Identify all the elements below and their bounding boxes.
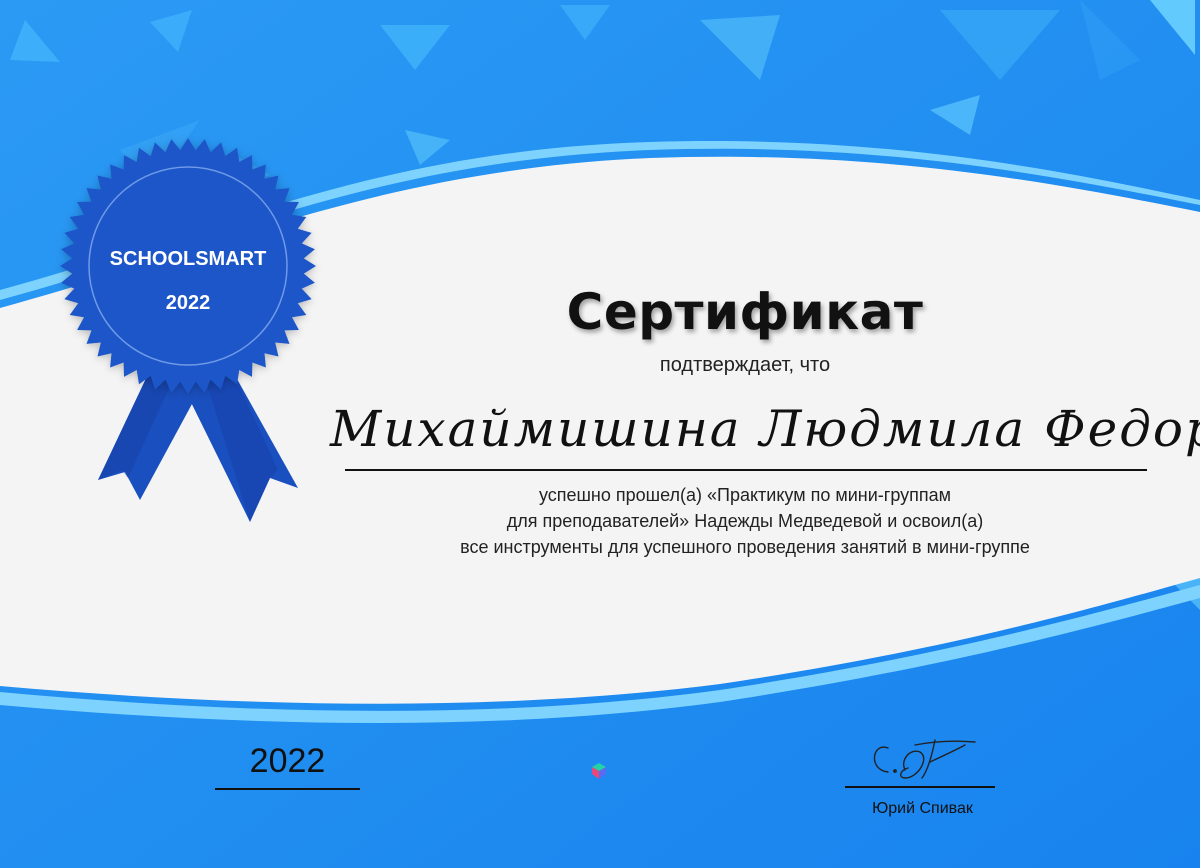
certificate-body: успешно прошел(а) «Практикум по мини-гру… (380, 482, 1110, 560)
seal-brand: SCHOOLSMART (109, 248, 267, 270)
year-underline (215, 788, 360, 790)
body-line: успешно прошел(а) «Практикум по мини-гру… (538, 485, 952, 505)
signer-name: Юрий Спивак (872, 800, 973, 817)
signature-underline (845, 786, 995, 788)
certificate-year: 2022 (249, 742, 326, 780)
recipient-name: Михаймишина Людмила Федоровна (330, 400, 1200, 458)
certificate-title: Сертификат (566, 283, 924, 341)
body-line: все инструменты для успешного проведения… (460, 537, 1030, 557)
body-line: для преподавателей» Надежды Медведевой и… (506, 511, 984, 531)
certificate-page: SCHOOLSMART 2022 Сертификат подтверждает… (0, 0, 1200, 868)
name-underline (345, 469, 1147, 471)
certificate-subtitle: подтверждает, что (659, 354, 831, 376)
